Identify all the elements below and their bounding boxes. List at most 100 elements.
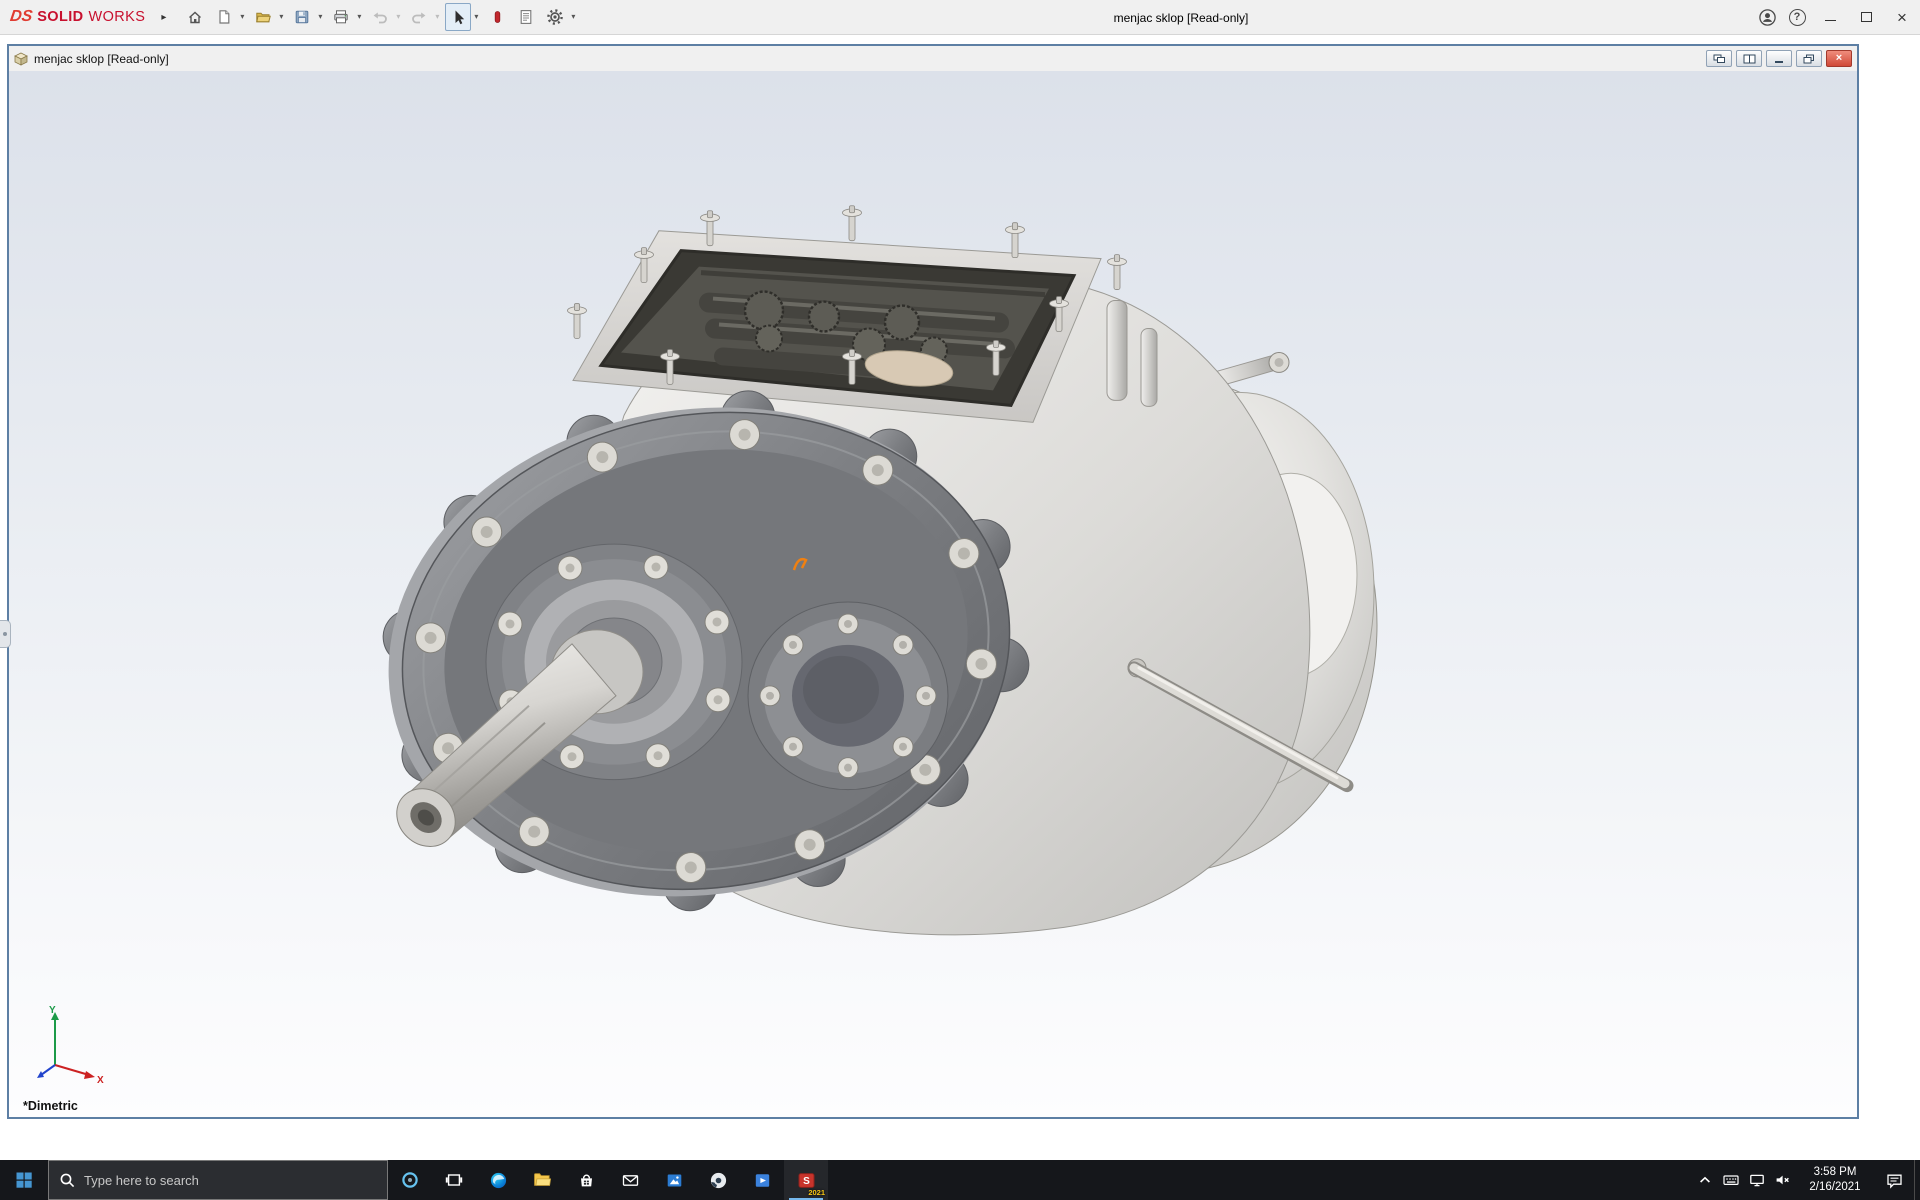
open-folder-icon <box>256 12 272 23</box>
search-input[interactable] <box>84 1172 377 1188</box>
media-player-icon <box>710 1172 726 1188</box>
select-tool-dropdown[interactable]: ▾ <box>471 3 481 31</box>
tray-network-button[interactable] <box>1744 1160 1770 1200</box>
gear-icon <box>547 9 564 25</box>
microsoft-store-icon <box>580 1174 592 1186</box>
view-orientation-label: *Dimetric <box>23 1099 78 1113</box>
undo-button[interactable] <box>367 3 393 31</box>
3dexperience-icon <box>495 11 501 23</box>
document-window: menjac sklop [Read-only] × Y X *Dimetric <box>7 44 1859 1119</box>
menu-flyout-arrow[interactable]: ▸ <box>161 12 166 23</box>
action-center-button[interactable] <box>1874 1160 1914 1200</box>
triad-y-label: Y <box>49 1005 56 1016</box>
app-window-controls: ? × <box>1752 0 1920 34</box>
options-dropdown[interactable]: ▾ <box>568 3 578 31</box>
taskbar-app-store[interactable] <box>564 1160 608 1200</box>
clock-time: 3:58 PM <box>1813 1166 1857 1179</box>
new-document-button[interactable] <box>211 3 237 31</box>
doc-close-icon: × <box>1835 52 1843 64</box>
part-cube-icon <box>14 52 28 66</box>
taskbar-app-movies-tv[interactable] <box>740 1160 784 1200</box>
show-desktop-button[interactable] <box>1914 1160 1920 1200</box>
triad-x-label: X <box>97 1075 104 1086</box>
doc-restore-button[interactable] <box>1796 50 1822 67</box>
viewport-3d[interactable]: Y X *Dimetric <box>9 71 1857 1117</box>
mail-icon <box>622 1174 638 1186</box>
start-button[interactable] <box>0 1160 48 1200</box>
cortana-button[interactable] <box>388 1160 432 1200</box>
home-icon <box>189 11 202 24</box>
doc-cascade-button[interactable] <box>1706 50 1732 67</box>
solidworks-app-icon: S <box>798 1172 814 1188</box>
touch-keyboard-icon <box>1723 1175 1739 1185</box>
document-titlebar[interactable]: menjac sklop [Read-only] × <box>9 46 1857 71</box>
taskbar-search[interactable] <box>48 1160 388 1200</box>
app-titlebar[interactable]: DS SOLID WORKS ▸ ▾ ▾ ▾ ▾ ▾ ▾ ▾ ▾ menjac … <box>0 0 1920 35</box>
bearing-cover[interactable] <box>747 601 949 791</box>
document-window-controls: × <box>1702 50 1852 67</box>
taskbar-app-mail[interactable] <box>608 1160 652 1200</box>
print-button[interactable] <box>328 3 354 31</box>
task-view-button[interactable] <box>432 1160 476 1200</box>
taskbar-app-file-explorer[interactable] <box>520 1160 564 1200</box>
account-button[interactable] <box>1752 3 1782 31</box>
solidworks-logo: DS SOLID WORKS <box>8 8 146 25</box>
doc-close-button[interactable]: × <box>1826 50 1852 67</box>
help-icon: ? <box>1788 8 1806 26</box>
redo-button[interactable] <box>406 3 432 31</box>
panel-collapse-handle[interactable] <box>0 620 11 648</box>
undo-dropdown[interactable]: ▾ <box>393 3 403 31</box>
quick-access-toolbar: ▾ ▾ ▾ ▾ ▾ ▾ ▾ ▾ <box>182 3 578 31</box>
taskbar-app-edge[interactable] <box>476 1160 520 1200</box>
open-button[interactable] <box>250 3 276 31</box>
print-dropdown[interactable]: ▾ <box>354 3 364 31</box>
tile-icon <box>1743 54 1755 63</box>
taskbar-app-media-player[interactable] <box>696 1160 740 1200</box>
cascade-icon <box>1713 54 1725 63</box>
taskbar-clock[interactable]: 3:58 PM 2/16/2021 <box>1796 1160 1874 1200</box>
save-button[interactable] <box>289 3 315 31</box>
taskbar-app-photos[interactable] <box>652 1160 696 1200</box>
home-button[interactable] <box>182 3 208 31</box>
minimize-icon <box>1824 19 1836 21</box>
file-properties-button[interactable] <box>513 3 539 31</box>
windows-taskbar: S 2021 3:58 PM 2/16/2021 <box>0 1160 1920 1200</box>
network-icon <box>1750 1174 1764 1187</box>
taskbar-app-solidworks[interactable]: S 2021 <box>784 1160 828 1200</box>
movies-tv-icon <box>755 1173 769 1187</box>
model-canvas[interactable] <box>9 71 1857 1117</box>
maximize-button[interactable] <box>1848 0 1884 35</box>
svg-text:S: S <box>803 1176 810 1187</box>
select-tool-button[interactable] <box>445 3 472 31</box>
account-icon <box>1758 8 1776 26</box>
undo-icon <box>373 12 388 24</box>
housing-boss <box>1106 300 1128 401</box>
print-icon <box>334 10 349 24</box>
maximize-icon <box>1860 12 1872 22</box>
document-title: menjac sklop [Read-only] <box>34 51 169 66</box>
edge-icon <box>490 1172 506 1188</box>
tray-volume-button[interactable] <box>1770 1160 1796 1200</box>
doc-minimize-button[interactable] <box>1766 50 1792 67</box>
hidden-icons-button[interactable] <box>1692 1160 1718 1200</box>
close-button[interactable]: × <box>1884 0 1920 35</box>
search-icon <box>60 1173 75 1187</box>
open-dropdown[interactable]: ▾ <box>276 3 286 31</box>
action-center-icon <box>1886 1174 1902 1189</box>
doc-tile-button[interactable] <box>1736 50 1762 67</box>
3dexperience-button[interactable] <box>484 3 510 31</box>
photos-icon <box>667 1174 681 1186</box>
orientation-triad: Y X <box>37 1005 104 1086</box>
doc-minimize-icon <box>1775 61 1783 63</box>
new-document-dropdown[interactable]: ▾ <box>237 3 247 31</box>
tray-keyboard-button[interactable] <box>1718 1160 1744 1200</box>
redo-icon <box>412 12 426 24</box>
help-button[interactable]: ? <box>1782 3 1812 31</box>
options-button[interactable] <box>542 3 568 31</box>
clock-date: 2/16/2021 <box>1809 1181 1861 1193</box>
minimize-button[interactable] <box>1812 0 1848 35</box>
task-view-icon <box>445 1174 463 1186</box>
save-dropdown[interactable]: ▾ <box>315 3 325 31</box>
save-icon <box>296 10 309 24</box>
redo-dropdown[interactable]: ▾ <box>432 3 442 31</box>
